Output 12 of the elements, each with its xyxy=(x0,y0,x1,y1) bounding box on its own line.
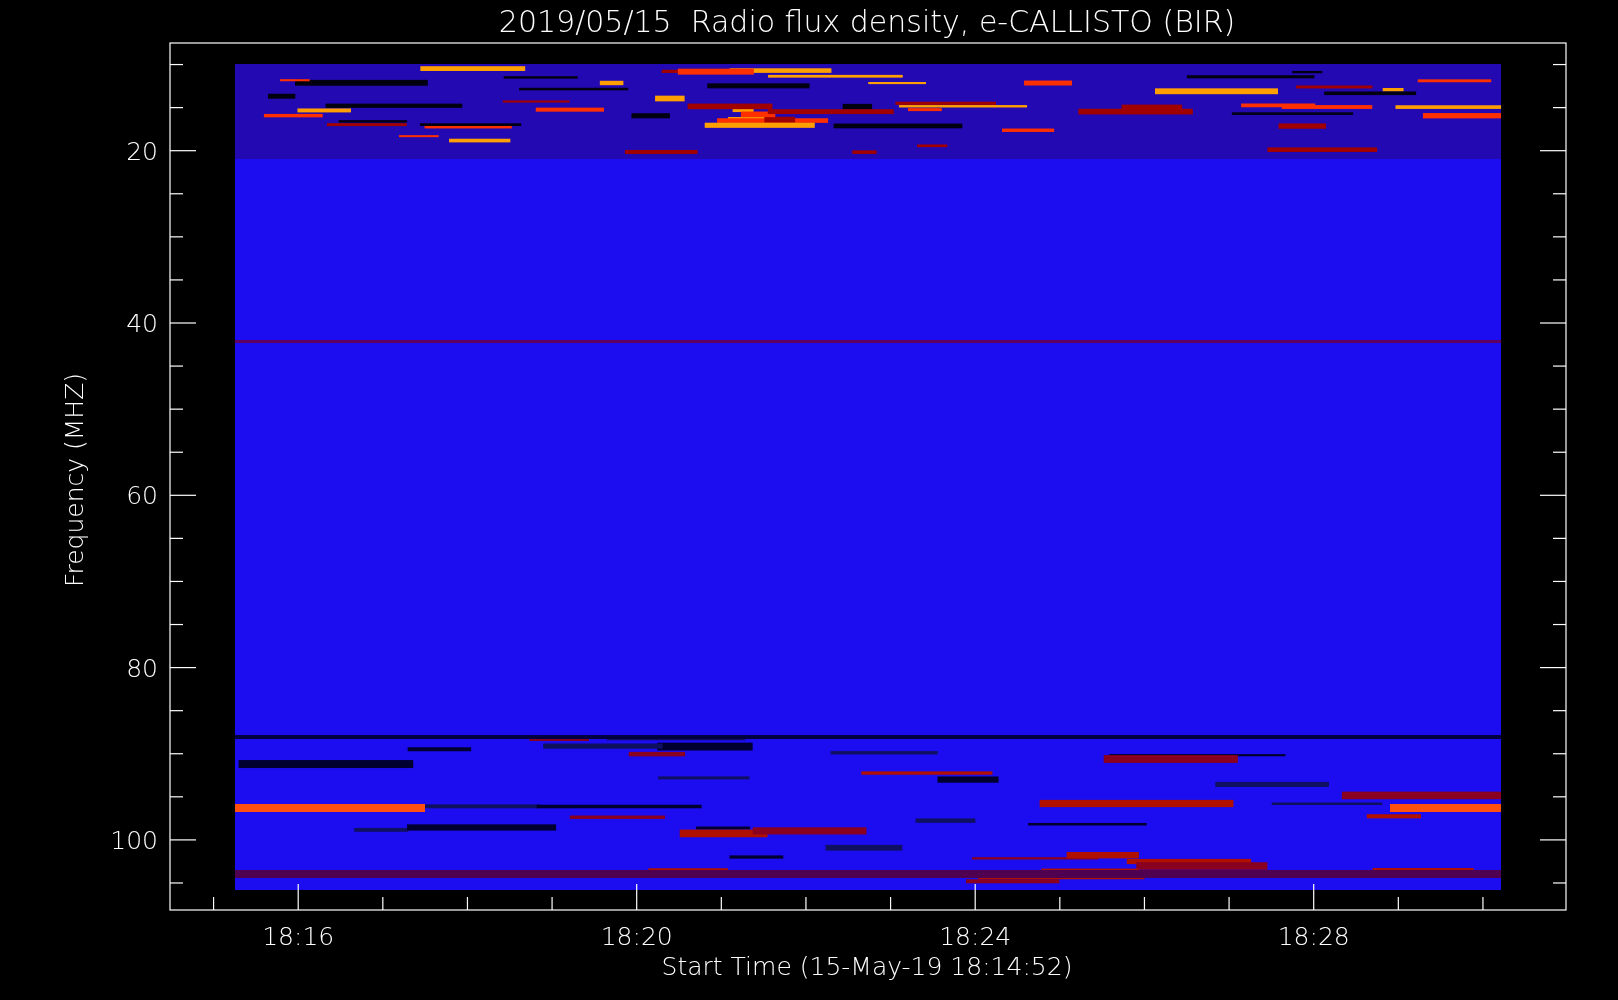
y-axis-label: Frequency (MHZ) xyxy=(60,372,89,588)
y-tick-label: 100 xyxy=(110,825,158,855)
y-tick-label: 20 xyxy=(126,136,158,166)
y-tick-label: 40 xyxy=(126,309,158,338)
x-tick-label: 18:28 xyxy=(1277,922,1350,951)
y-tick-label: 60 xyxy=(126,481,158,511)
y-tick-label: 80 xyxy=(126,653,158,683)
x-tick-label: 18:16 xyxy=(262,922,335,951)
x-tick-label: 18:20 xyxy=(600,922,673,951)
chart-title: 2019/05/15 Radio flux density, e-CALLISTO (BIR) xyxy=(498,4,1236,39)
x-tick-label: 18:24 xyxy=(939,922,1012,951)
x-axis-label: Start Time (15-May-19 18:14:52) xyxy=(661,952,1073,981)
